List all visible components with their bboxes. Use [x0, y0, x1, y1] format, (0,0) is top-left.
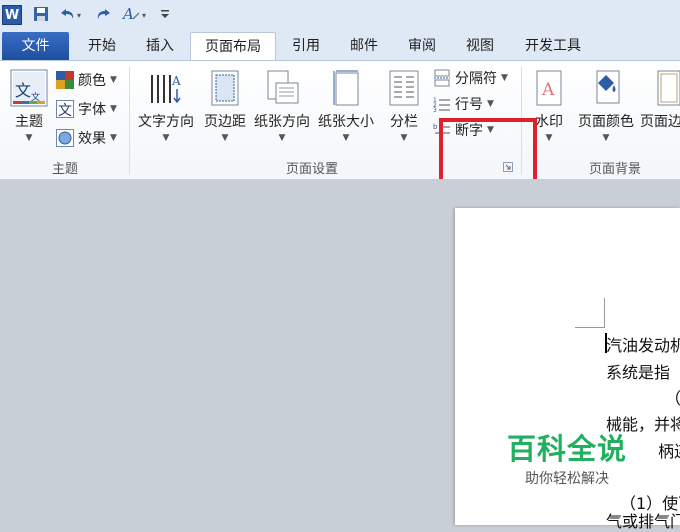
- chevron-down-icon: ▼: [162, 133, 170, 143]
- chevron-down-icon: ▼: [278, 133, 286, 143]
- group-divider: [129, 67, 130, 175]
- document-text-line[interactable]: （: [673, 464, 680, 488]
- chevron-down-icon: ▼: [487, 99, 494, 109]
- tab-home[interactable]: 开始: [80, 32, 124, 60]
- page-setup-group-label: 页面设置: [285, 162, 338, 177]
- chevron-down-icon: ▼: [342, 133, 350, 143]
- quick-access-toolbar: W ▾ A ▾: [0, 0, 680, 31]
- theme-colors-icon: [56, 71, 74, 89]
- effects-button[interactable]: 效果 ▼: [56, 127, 117, 149]
- colors-button[interactable]: 颜色 ▼: [56, 69, 117, 91]
- page-color-icon: [592, 69, 622, 107]
- watermark-title: 百科全说: [506, 432, 627, 466]
- margin-marker-horizontal: [575, 327, 605, 328]
- margin-marker-vertical: [604, 298, 605, 328]
- ribbon-panel: 文 文 主题 ▼ 颜色 ▼ 文 字体 ▼ 效果 ▼ 主题 A 文字方向 ▼ 页边…: [0, 60, 680, 180]
- breaks-label: 分隔符: [455, 71, 497, 87]
- svg-text:▾: ▾: [142, 11, 146, 20]
- svg-text:文: 文: [58, 103, 72, 118]
- effects-label: 效果: [78, 131, 106, 147]
- page-size-label: 纸张大小: [318, 114, 374, 130]
- orientation-icon: [266, 69, 300, 107]
- svg-text:A: A: [171, 74, 181, 88]
- svg-text:3: 3: [433, 107, 437, 113]
- tab-review[interactable]: 审阅: [400, 32, 444, 60]
- watermark-icon: A: [534, 69, 564, 107]
- chevron-down-icon: ▼: [221, 133, 229, 143]
- theme-fonts-icon: 文: [56, 100, 74, 119]
- save-icon[interactable]: [30, 4, 52, 24]
- columns-icon: [388, 69, 420, 107]
- chevron-down-icon: ▼: [110, 75, 117, 85]
- tab-page-layout[interactable]: 页面布局: [190, 32, 276, 61]
- line-numbers-button[interactable]: 123 行号 ▼: [433, 93, 494, 115]
- text-style-icon[interactable]: A ▾: [120, 4, 152, 24]
- svg-text:b: b: [433, 123, 438, 131]
- text-direction-label: 文字方向: [138, 114, 194, 130]
- margins-icon: [210, 69, 240, 107]
- site-watermark: 百科全说 助你轻松解决: [505, 432, 629, 488]
- themes-button-label: 主题: [15, 114, 43, 130]
- document-text-line[interactable]: 汽油发动机: [606, 332, 680, 356]
- document-text-line[interactable]: 柄连: [658, 438, 680, 462]
- chevron-down-icon: ▼: [602, 133, 610, 143]
- tab-developer[interactable]: 开发工具: [516, 32, 590, 60]
- chevron-down-icon: ▼: [110, 104, 117, 114]
- theme-effects-icon: [56, 129, 74, 147]
- tab-file[interactable]: 文件: [2, 32, 69, 60]
- margins-label: 页边距: [204, 114, 246, 130]
- redo-icon[interactable]: [94, 4, 116, 24]
- line-numbers-icon: 123: [433, 95, 451, 114]
- undo-icon[interactable]: ▾: [56, 4, 86, 24]
- text-direction-icon: A: [148, 71, 184, 107]
- page-color-label: 页面颜色: [578, 114, 634, 130]
- svg-text:文: 文: [15, 81, 31, 100]
- chevron-down-icon: ▼: [110, 133, 117, 143]
- ribbon-tab-row: 文件 开始 插入 页面布局 引用 邮件 审阅 视图 开发工具: [0, 30, 680, 61]
- orientation-label: 纸张方向: [254, 114, 310, 130]
- breaks-icon: [433, 69, 451, 87]
- colors-label: 颜色: [78, 73, 106, 89]
- svg-text:A: A: [121, 5, 134, 23]
- document-text-line[interactable]: 系统是指: [606, 359, 670, 383]
- tab-references[interactable]: 引用: [284, 32, 328, 60]
- fonts-label: 字体: [78, 102, 106, 118]
- tab-view[interactable]: 视图: [458, 32, 502, 60]
- watermark-subtitle: 助你轻松解决: [525, 471, 609, 487]
- chevron-down-icon: ▼: [25, 133, 33, 143]
- svg-text:A: A: [541, 80, 555, 100]
- tab-insert[interactable]: 插入: [138, 32, 182, 60]
- chevron-down-icon: ▼: [400, 133, 408, 143]
- line-numbers-label: 行号: [455, 97, 483, 113]
- chevron-down-icon: ▼: [501, 73, 508, 83]
- customize-toolbar-icon[interactable]: [158, 4, 172, 24]
- page-size-icon: [332, 69, 362, 107]
- document-text-line[interactable]: 气或排气门: [606, 508, 680, 532]
- page-borders-icon: [654, 69, 680, 107]
- columns-label: 分栏: [390, 114, 418, 130]
- breaks-button[interactable]: 分隔符 ▼: [433, 67, 508, 89]
- themes-group-label: 主题: [51, 162, 78, 177]
- tab-mailings[interactable]: 邮件: [342, 32, 386, 60]
- page-borders-label: 页面边: [640, 114, 680, 130]
- fonts-button[interactable]: 文 字体 ▼: [56, 98, 117, 120]
- word-app-icon[interactable]: W: [2, 5, 22, 25]
- themes-icon: 文 文: [10, 69, 48, 107]
- page-background-group-label: 页面背景: [588, 162, 641, 177]
- document-text-line[interactable]: （1: [665, 385, 680, 409]
- svg-text:▾: ▾: [77, 11, 81, 20]
